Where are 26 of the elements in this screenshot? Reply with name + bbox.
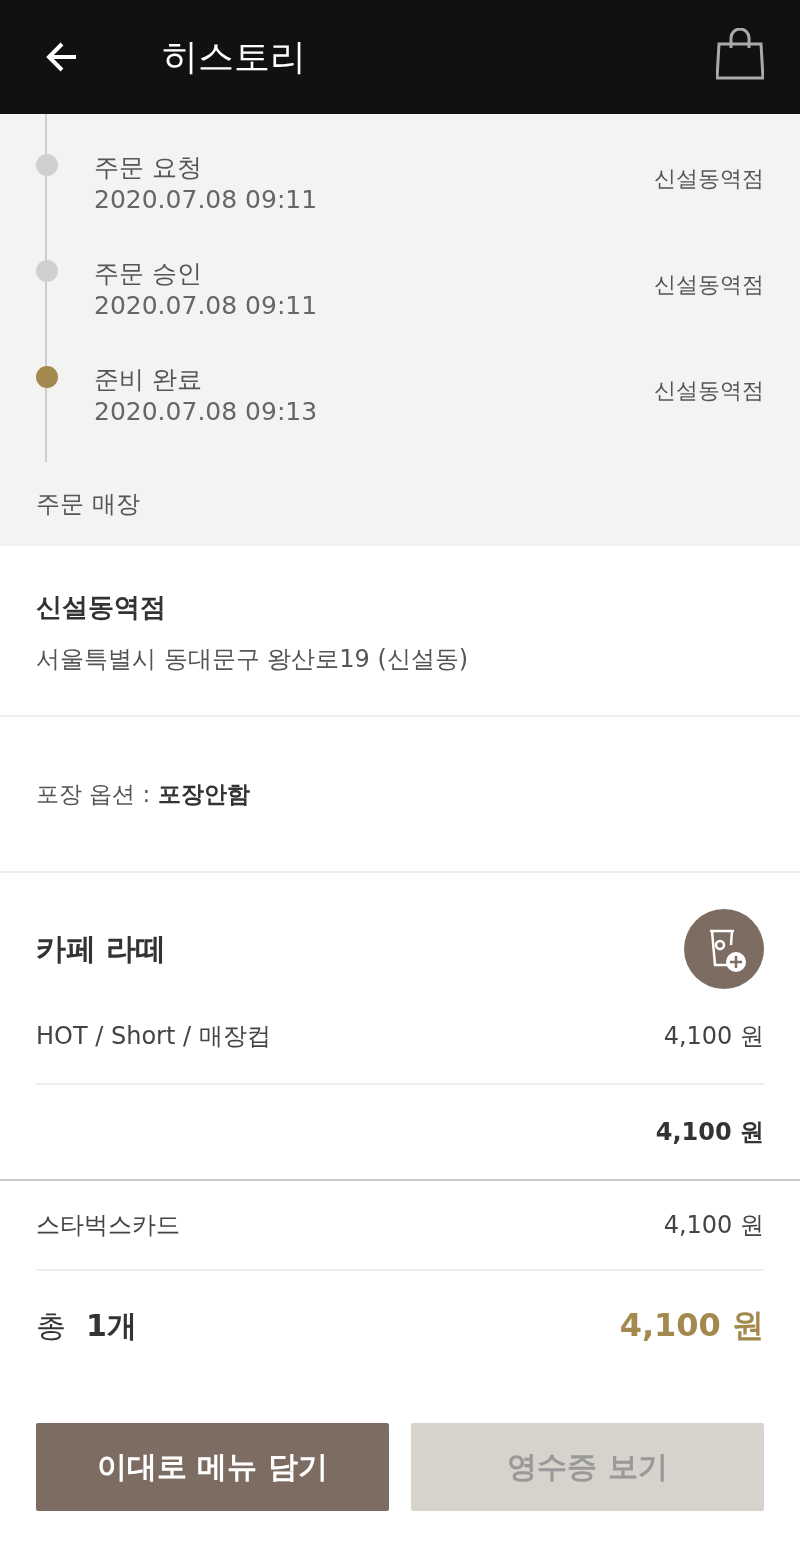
option-price: 4,100 원 [663,1021,764,1052]
status-time: 2020.07.08 09:13 [94,396,319,428]
payment-amount: 4,100 원 [663,1210,764,1241]
store-name: 신설동역점 [654,165,764,193]
page-title: 히스토리 [162,34,307,79]
menu-name: 카페 라떼 [36,929,167,968]
menu-option: HOT / Short / 매장컵 [36,1020,271,1052]
status-time: 2020.07.08 09:11 [94,184,319,216]
store-name: 신설동역점 [36,591,167,624]
shopping-bag-icon[interactable] [716,28,764,80]
subtotal-price: 4,100 원 [655,1117,764,1148]
status-label: 준비 완료 [94,364,203,396]
payment-method: 스타벅스카드 [36,1210,180,1241]
add-to-menu-button[interactable]: 이대로 메뉴 담기 [36,1423,389,1511]
store-name: 신설동역점 [654,377,764,405]
total-amount: 4,100 원 [619,1305,764,1346]
store-address: 서울특별시 동대문구 왕산로19 (신설동) [36,644,470,675]
total-count: 1개 [86,1306,137,1345]
store-name: 신설동역점 [654,271,764,299]
status-label: 주문 승인 [94,258,203,290]
packaging-option: 포장 옵션 : 포장안함 [36,778,250,810]
cup-add-icon[interactable] [684,909,764,989]
total-label: 총 [36,1306,66,1345]
section-label: 주문 매장 [36,489,141,520]
status-time: 2020.07.08 09:11 [94,290,319,322]
status-label: 주문 요청 [94,152,203,184]
